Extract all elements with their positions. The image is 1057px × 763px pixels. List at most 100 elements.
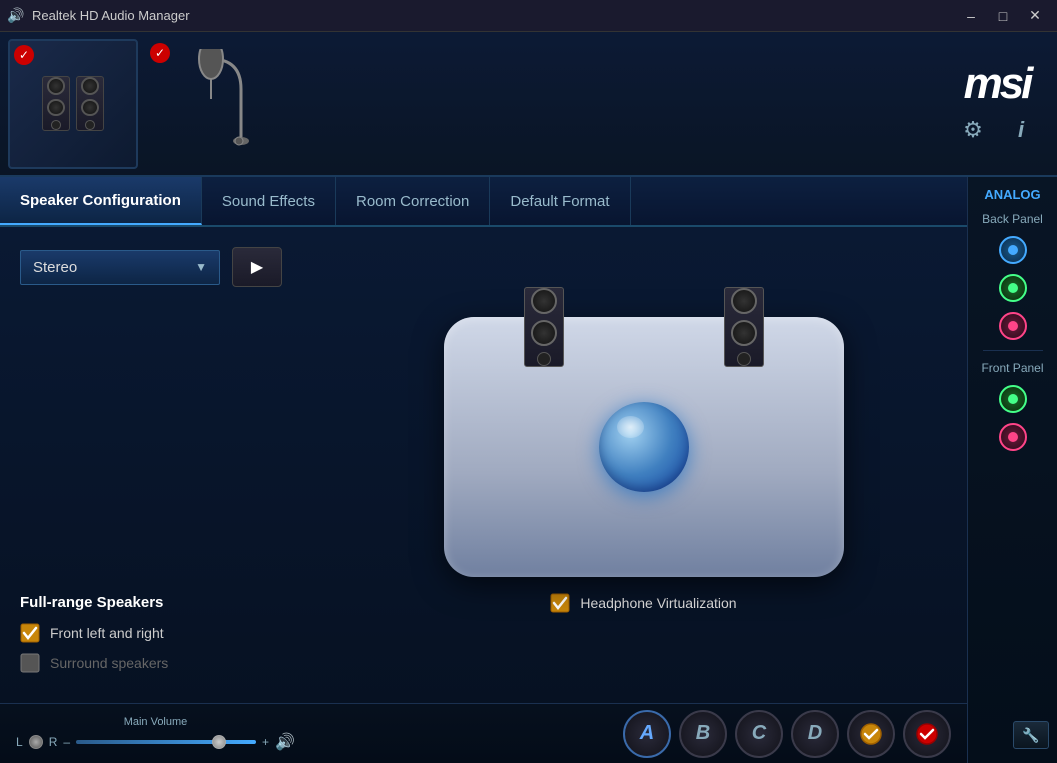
surround-label: Surround speakers	[50, 655, 168, 671]
play-icon: ▶	[251, 257, 263, 277]
title-bar-title: Realtek HD Audio Manager	[32, 8, 190, 23]
speaker-visualization: Headphone Virtualization	[340, 247, 947, 683]
pink-dot	[1008, 321, 1018, 331]
tab-sound-effects[interactable]: Sound Effects	[202, 177, 336, 225]
headphone-checkbox-icon	[550, 593, 570, 613]
button-c[interactable]: C	[735, 710, 783, 758]
left-speaker-woofer	[531, 288, 557, 314]
crystal-ball	[599, 402, 689, 492]
headphone-label: Headphone Virtualization	[580, 595, 736, 611]
speaker-woofer-3	[81, 77, 99, 95]
headphone-virtualization-row[interactable]: Headphone Virtualization	[550, 593, 736, 613]
minus-label: –	[63, 735, 70, 749]
volume-thumb	[212, 735, 226, 749]
right-speaker-tweeter	[737, 352, 751, 366]
front-green-dot	[1008, 394, 1018, 404]
green-dot	[1008, 283, 1018, 293]
main-window: ✓ ✓	[0, 32, 1057, 763]
left-speaker-tweeter	[537, 352, 551, 366]
wrench-area: 🔧	[968, 717, 1057, 753]
right-speaker-woofer	[731, 288, 757, 314]
audio-manager-icon: 🔊	[8, 8, 24, 24]
tab-default-format[interactable]: Default Format	[490, 177, 630, 225]
stage-right-speaker	[724, 287, 764, 367]
minimize-button[interactable]: –	[957, 5, 985, 27]
blue-dot	[1008, 245, 1018, 255]
button-a[interactable]: A	[623, 710, 671, 758]
panel-divider	[983, 350, 1043, 351]
front-pink-dot	[1008, 432, 1018, 442]
plus-label: +	[262, 735, 269, 749]
speaker-woofer-2	[47, 99, 65, 117]
front-panel-jack-green[interactable]	[999, 385, 1027, 413]
front-lr-checkbox-icon	[20, 623, 40, 643]
speaker-woofer-4	[81, 99, 99, 117]
left-speaker-woofer-2	[531, 320, 557, 346]
mic-check-badge: ✓	[150, 43, 170, 63]
title-bar-controls: – □ ✕	[957, 5, 1049, 27]
front-lr-label: Front left and right	[50, 625, 164, 641]
speaker-box-1	[42, 76, 70, 131]
speaker-woofer-1	[47, 77, 65, 95]
surround-checkbox-icon	[20, 653, 40, 673]
title-bar: 🔊 Realtek HD Audio Manager – □ ✕	[0, 0, 1057, 32]
tab-room-correction[interactable]: Room Correction	[336, 177, 490, 225]
front-left-right-row[interactable]: Front left and right	[20, 623, 320, 643]
top-bar-actions: ⚙ i	[957, 114, 1037, 146]
main-content: Speaker Configuration Sound Effects Room…	[0, 177, 967, 763]
bottom-bar: Main Volume L R – + 🔊	[0, 703, 967, 763]
wrench-button[interactable]: 🔧	[1013, 721, 1049, 749]
left-vol-knob[interactable]	[29, 735, 43, 749]
speaker-volume-icon: 🔊	[275, 732, 295, 752]
content-area: Speaker Configuration Sound Effects Room…	[0, 177, 1057, 763]
volume-controls: L R – + 🔊	[16, 732, 295, 752]
play-test-button[interactable]: ▶	[232, 247, 282, 287]
front-panel-label: Front Panel	[981, 361, 1043, 375]
tabs-bar: Speaker Configuration Sound Effects Room…	[0, 177, 967, 227]
title-bar-left: 🔊 Realtek HD Audio Manager	[8, 8, 190, 24]
speaker-tweeter-1	[51, 120, 61, 130]
surround-speakers-row[interactable]: Surround speakers	[20, 653, 320, 673]
check-button-1[interactable]	[847, 710, 895, 758]
speaker-device-icon[interactable]: ✓	[8, 39, 138, 169]
left-panel: Stereo ▼ ▶ Full-range Speakers	[20, 247, 320, 683]
back-panel-jack-blue[interactable]	[999, 236, 1027, 264]
bottom-buttons: A B C D	[623, 710, 951, 758]
check-button-2[interactable]	[903, 710, 951, 758]
button-d[interactable]: D	[791, 710, 839, 758]
close-button[interactable]: ✕	[1021, 5, 1049, 27]
dropdown-arrow-icon: ▼	[195, 260, 207, 274]
speaker-stage	[444, 317, 844, 577]
full-range-section: Full-range Speakers Front left and right	[20, 584, 320, 683]
volume-label: Main Volume	[124, 716, 188, 728]
mic-device-icon[interactable]: ✓	[146, 39, 276, 169]
button-b[interactable]: B	[679, 710, 727, 758]
top-bar: ✓ ✓	[0, 32, 1057, 177]
speaker-visual	[42, 76, 104, 131]
maximize-button[interactable]: □	[989, 5, 1017, 27]
front-panel-jack-pink[interactable]	[999, 423, 1027, 451]
back-panel-jack-green[interactable]	[999, 274, 1027, 302]
speaker-mode-dropdown[interactable]: Stereo ▼	[20, 250, 220, 285]
msi-logo-area: msi ⚙ i	[957, 62, 1037, 146]
gear-icon[interactable]: ⚙	[957, 114, 989, 146]
right-panel: ANALOG Back Panel Front Panel 🔧	[967, 177, 1057, 763]
speaker-box-2	[76, 76, 104, 131]
mic-svg	[171, 49, 251, 159]
msi-logo: msi	[964, 62, 1031, 106]
stage-left-speaker	[524, 287, 564, 367]
info-icon[interactable]: i	[1005, 114, 1037, 146]
analog-label: ANALOG	[984, 187, 1040, 202]
l-label: L	[16, 735, 23, 749]
stereo-select-row: Stereo ▼ ▶	[20, 247, 320, 287]
r-label: R	[49, 735, 58, 749]
speaker-check-badge: ✓	[14, 45, 34, 65]
full-range-title: Full-range Speakers	[20, 594, 320, 611]
tab-speaker-configuration[interactable]: Speaker Configuration	[0, 177, 202, 225]
volume-section: Main Volume L R – + 🔊	[16, 716, 295, 752]
volume-slider[interactable]	[76, 740, 256, 744]
speaker-config-content: Stereo ▼ ▶ Full-range Speakers	[0, 227, 967, 703]
back-panel-jack-pink[interactable]	[999, 312, 1027, 340]
right-speaker-woofer-2	[731, 320, 757, 346]
dropdown-selected-value: Stereo	[33, 259, 77, 276]
